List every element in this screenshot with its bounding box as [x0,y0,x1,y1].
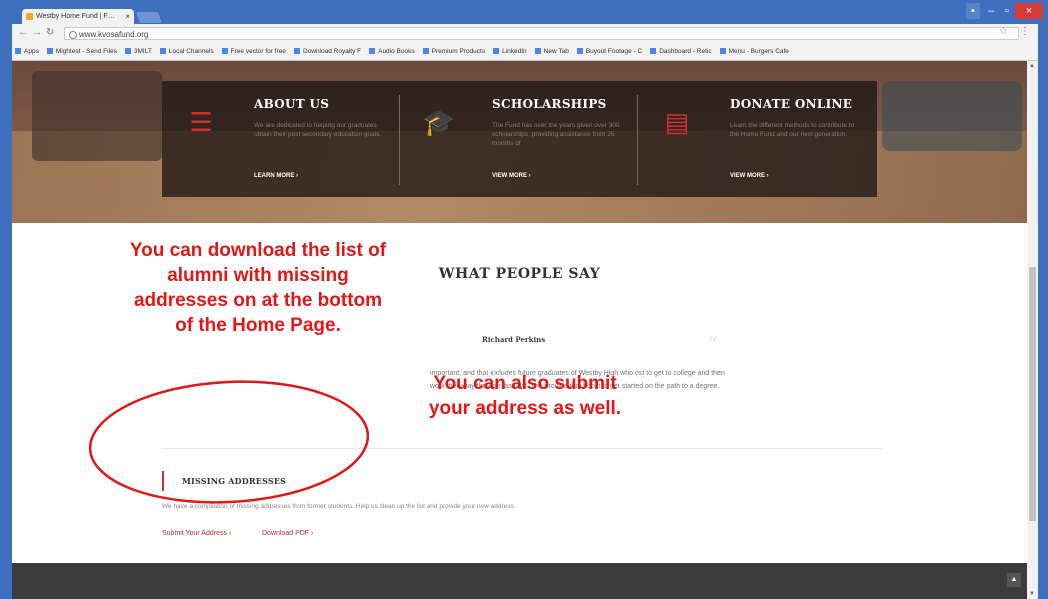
bookmarks-bar: Apps Mightest - Send Files 3MILT Local Chan… [12,44,1038,61]
forward-icon[interactable]: → [32,27,42,38]
bookmark-item[interactable]: Buyout Footage - C [576,48,643,55]
bookmark-label: Free vector for free [230,48,286,55]
bookmark-icon [719,48,726,54]
bookmark-label: 3MILT [133,48,152,55]
feature-title: SCHOLARSHIPS [492,97,607,111]
feature-donate: ▤ DONATE ONLINE Learn the different meth… [638,81,876,197]
feature-text: Learn the different methods to contribut… [730,122,855,138]
bookmark-item[interactable]: Free vector for free [221,48,286,55]
view-more-link[interactable]: VIEW MORE › [730,173,769,179]
bookmark-label: Dashboard - Retic [659,48,712,55]
bookmark-item[interactable]: LinkedIn [493,48,527,55]
bookmark-label: Premium Products [431,48,486,55]
bookmark-star-icon[interactable]: ☆ [999,26,1008,37]
bookmark-icon [15,48,21,54]
bookmark-item[interactable]: Apps [15,48,39,55]
hero-image-detail [882,81,1022,151]
download-pdf-link[interactable]: Download PDF › [262,530,313,537]
bookmark-icon [46,48,53,54]
bookmark-icon [369,48,376,54]
browser-menu-icon[interactable]: ⋮ [1020,26,1030,37]
feature-panel: ☰ ABOUT US We are dedicated to helping o… [162,81,877,197]
annotation-download-list: You can download the list of alumni with… [98,238,418,338]
bookmark-icon [159,48,166,54]
scroll-up-icon[interactable]: ▲ [1029,63,1035,69]
browser-tab[interactable]: Westby Home Fund | F… × [22,9,134,24]
scrollbar-thumb[interactable] [1029,267,1036,521]
bookmark-icon [534,48,541,54]
bookmark-item[interactable]: Premium Products [422,48,486,55]
feature-title: DONATE ONLINE [730,97,853,111]
feature-text: We are dedicated to helping our graduate… [254,122,382,138]
bookmark-icon [576,48,583,54]
annotation-line: You can download the list of [129,240,387,261]
bookmark-icon [493,48,500,54]
bookmark-icon [422,48,429,54]
bookmark-item[interactable]: Mightest - Send Files [46,48,117,55]
hero-banner: ☰ ABOUT US We are dedicated to helping o… [12,61,1027,223]
feature-scholarships: 🎓 SCHOLARSHIPS The Fund has over the yea… [400,81,638,197]
favicon-icon [26,13,33,20]
close-tab-icon[interactable]: × [125,9,130,24]
bookmark-label: New Tab [543,48,569,55]
bookmark-item[interactable]: 3MILT [124,48,152,55]
feature-text: The Fund has over the years given over 3… [492,122,620,147]
bookmark-item[interactable]: Audio Books [369,48,415,55]
bookmark-label: Buyout Footage - C [585,48,643,55]
browser-toolbar: ← → ↻ www.kvosafund.org ☆ ⋮ [12,24,1038,45]
annotation-submit-address: You can also submit your address as well… [400,371,650,421]
feature-about: ☰ ABOUT US We are dedicated to helping o… [162,81,400,197]
annotation-line: of the Home Page. [175,315,341,336]
annotation-line: alumni with missing [167,265,349,286]
bookmark-item[interactable]: Dashboard - Retic [650,48,712,55]
submit-address-link[interactable]: Submit Your Address › [162,530,231,537]
page-scrollbar[interactable]: ▲ ▼ [1027,61,1038,599]
scroll-down-icon[interactable]: ▼ [1029,591,1035,597]
annotation-line: addresses on at the bottom [133,290,383,311]
scroll-to-top-button[interactable]: ▲ [1007,573,1021,587]
bookmark-icon [221,48,228,54]
bookmark-label: Download Royalty F [302,48,362,55]
bookmark-label: Local Channels [168,48,214,55]
graduation-cap-icon: 🎓 [422,107,456,137]
bookmark-label: Menu - Burgers Cafe [728,48,789,55]
bookmark-label: Apps [24,48,39,55]
feature-title: ABOUT US [254,97,330,111]
bookmark-label: Audio Books [378,48,415,55]
url-text: www.kvosafund.org [79,30,149,39]
books-icon: ☰ [189,107,213,137]
back-icon[interactable]: ← [18,27,28,38]
close-window-icon[interactable]: × [1015,3,1043,19]
donate-icon: ▤ [664,107,690,137]
bookmark-item[interactable]: New Tab [534,48,569,55]
annotation-line: your address as well. [428,398,622,419]
bookmark-item[interactable]: Menu - Burgers Cafe [719,48,789,55]
bookmark-icon [650,48,657,54]
bookmark-icon [293,48,300,54]
testimonial-author: Richard Perkins [482,335,546,344]
browser-titlebar: Westby Home Fund | F… × ▪ – ▫ × [0,0,1048,24]
annotation-line: You can also submit [433,373,617,394]
annotation-circle [88,380,370,504]
address-bar[interactable]: www.kvosafund.org [64,27,1019,40]
page-footer: ▲ [12,563,1027,599]
bookmark-label: Mightest - Send Files [55,48,117,55]
tab-title: Westby Home Fund | F… [36,13,115,20]
hero-image-shadow [32,71,162,161]
new-tab-button[interactable] [135,12,163,23]
user-icon[interactable]: ▪ [966,3,980,19]
minimize-icon[interactable]: – [984,3,998,19]
bookmark-item[interactable]: Download Royalty F [293,48,362,55]
bookmark-icon [124,48,131,54]
reload-icon[interactable]: ↻ [46,27,54,38]
learn-more-link[interactable]: LEARN MORE › [254,173,298,179]
info-icon [69,31,77,39]
bookmark-item[interactable]: Local Channels [159,48,214,55]
quote-icon: “ [707,333,719,358]
bookmark-label: LinkedIn [502,48,527,55]
view-more-link[interactable]: VIEW MORE › [492,173,531,179]
maximize-icon[interactable]: ▫ [1000,3,1014,19]
